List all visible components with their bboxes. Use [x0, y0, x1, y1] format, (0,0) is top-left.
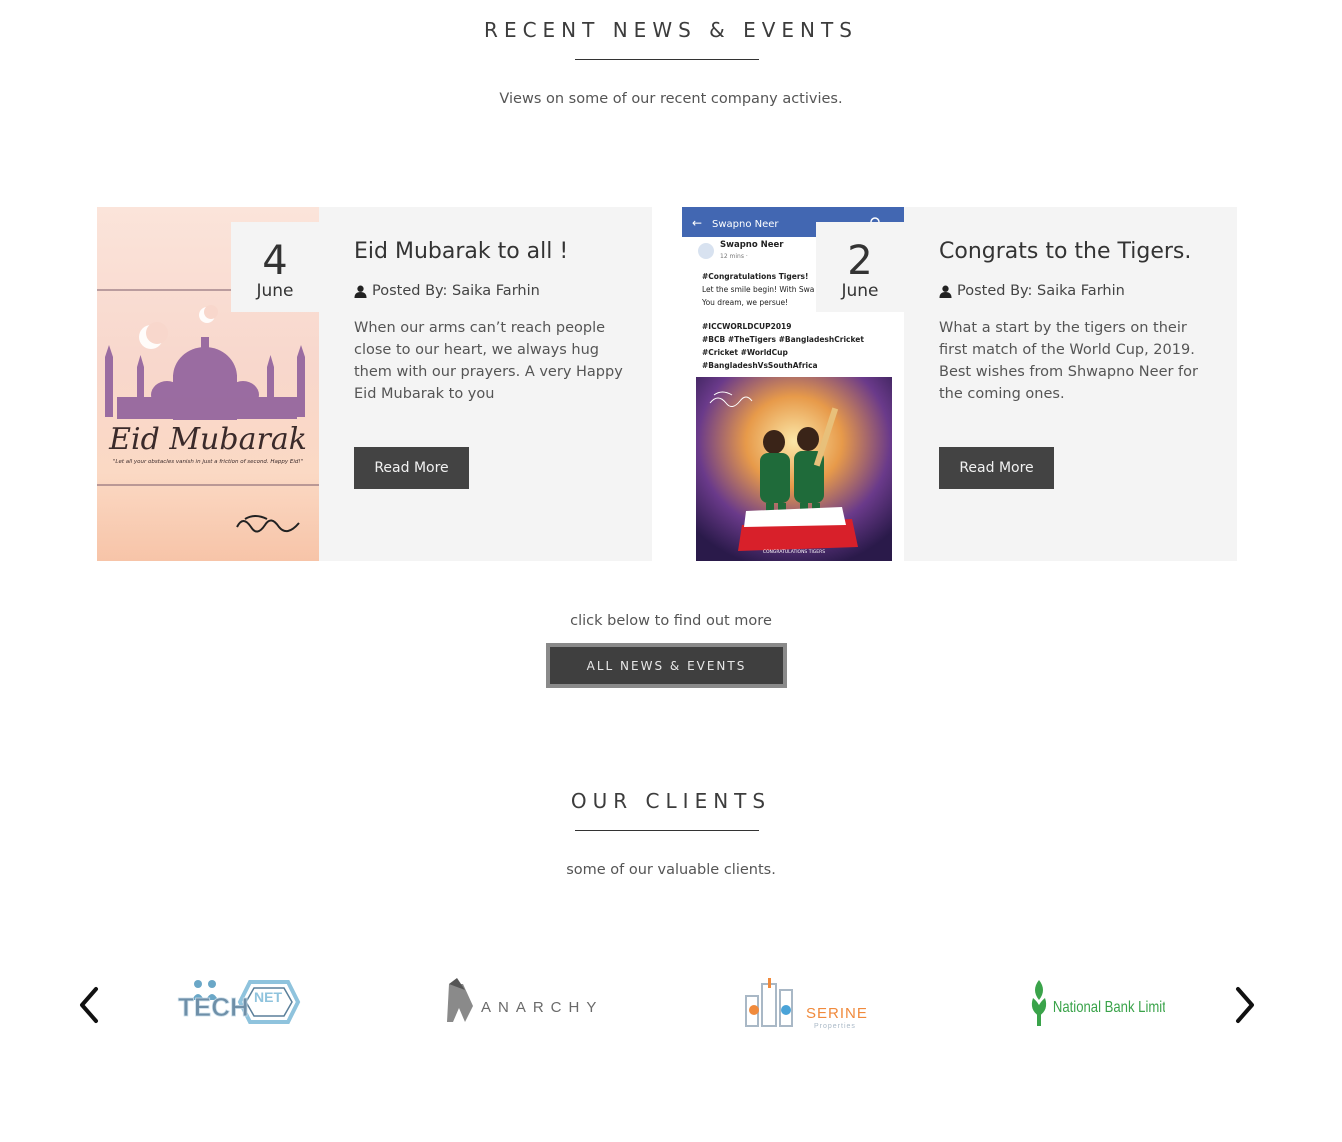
svg-text:SERINE: SERINE: [806, 1005, 868, 1022]
date-day: 4: [262, 238, 288, 284]
page: RECENT NEWS & EVENTS Views on some of ou…: [0, 0, 1342, 1142]
news-card-eid: Eid Mubarak "Let all your obstacles vani…: [97, 207, 652, 561]
news-section-subtitle: Views on some of our recent company acti…: [499, 91, 843, 107]
news-image-eid[interactable]: Eid Mubarak "Let all your obstacles vani…: [97, 207, 319, 561]
svg-text:You dream, we persue!: You dream, we persue!: [701, 298, 788, 307]
news-excerpt: When our arms can’t reach people close t…: [354, 320, 623, 402]
date-day: 2: [847, 238, 873, 284]
svg-text:NET: NET: [254, 989, 282, 1005]
news-meta: Posted By: Saika Farhin: [354, 283, 624, 299]
chevron-left-icon[interactable]: [74, 985, 104, 1025]
date-badge: 2 June: [816, 222, 904, 312]
all-news-events-button[interactable]: ALL NEWS & EVENTS: [546, 643, 787, 688]
client-logo-serine[interactable]: SERINE Properties: [740, 970, 880, 1034]
svg-text:Swapno Neer: Swapno Neer: [720, 240, 784, 250]
svg-text:#BCB #TheTigers #BangladeshCri: #BCB #TheTigers #BangladeshCricket: [702, 335, 864, 344]
news-meta: Posted By: Saika Farhin: [939, 283, 1209, 299]
svg-text:CONGRATULATIONS TIGERS: CONGRATULATIONS TIGERS: [763, 549, 825, 555]
news-author: Posted By: Saika Farhin: [372, 283, 540, 299]
svg-text:Eid Mubarak: Eid Mubarak: [108, 422, 307, 457]
news-image-tigers[interactable]: ← Swapno Neer Swapno Neer 12 mins · #Con…: [682, 207, 904, 561]
user-icon: [939, 285, 952, 298]
news-title[interactable]: Congrats to the Tigers.: [939, 235, 1209, 269]
client-logo-anarchy[interactable]: ANARCHY: [443, 970, 613, 1034]
svg-text:"Let all your obstacles vanish: "Let all your obstacles vanish in just a…: [113, 459, 303, 465]
svg-text:12 mins ·: 12 mins ·: [720, 253, 748, 260]
svg-text:#ICCWORLDCUP2019: #ICCWORLDCUP2019: [702, 322, 791, 331]
news-title[interactable]: Eid Mubarak to all !: [354, 235, 624, 269]
date-month: June: [841, 281, 879, 301]
svg-text:Properties: Properties: [814, 1023, 856, 1030]
chevron-right-icon[interactable]: [1230, 985, 1260, 1025]
svg-text:National Bank Limited: National Bank Limited: [1053, 999, 1165, 1016]
clients-title-rule: [575, 830, 759, 831]
clients-section-subtitle: some of our valuable clients.: [566, 862, 776, 878]
news-title-rule: [575, 59, 759, 60]
user-icon: [354, 285, 367, 298]
date-badge: 4 June: [231, 222, 319, 312]
news-card-body: Eid Mubarak to all ! Posted By: Saika Fa…: [354, 235, 624, 405]
read-more-button[interactable]: Read More: [354, 447, 469, 489]
svg-text:#BangladeshVsSouthAfrica: #BangladeshVsSouthAfrica: [702, 361, 818, 370]
svg-text:Let the smile begin! With Swa: Let the smile begin! With Swa: [702, 285, 814, 294]
news-excerpt: What a start by the tigers on their firs…: [939, 320, 1198, 402]
news-card-tigers: ← Swapno Neer Swapno Neer 12 mins · #Con…: [682, 207, 1237, 561]
svg-text:←: ←: [692, 216, 702, 230]
client-logo-technet[interactable]: TECH NET: [170, 970, 310, 1034]
svg-text:TECH: TECH: [178, 992, 249, 1022]
date-month: June: [256, 281, 294, 301]
svg-text:#Congratulations Tigers!: #Congratulations Tigers!: [702, 272, 808, 281]
news-section-title: RECENT NEWS & EVENTS: [484, 18, 858, 42]
read-more-button[interactable]: Read More: [939, 447, 1054, 489]
cta-text: click below to find out more: [570, 613, 772, 629]
svg-text:Swapno Neer: Swapno Neer: [712, 219, 779, 230]
svg-text:ANARCHY: ANARCHY: [481, 999, 603, 1016]
clients-section-title: OUR CLIENTS: [570, 789, 772, 813]
news-author: Posted By: Saika Farhin: [957, 283, 1125, 299]
news-card-body: Congrats to the Tigers. Posted By: Saika…: [939, 235, 1209, 405]
svg-text:#Cricket #WorldCup: #Cricket #WorldCup: [702, 348, 788, 357]
client-logo-national-bank[interactable]: National Bank Limited: [1025, 970, 1165, 1034]
